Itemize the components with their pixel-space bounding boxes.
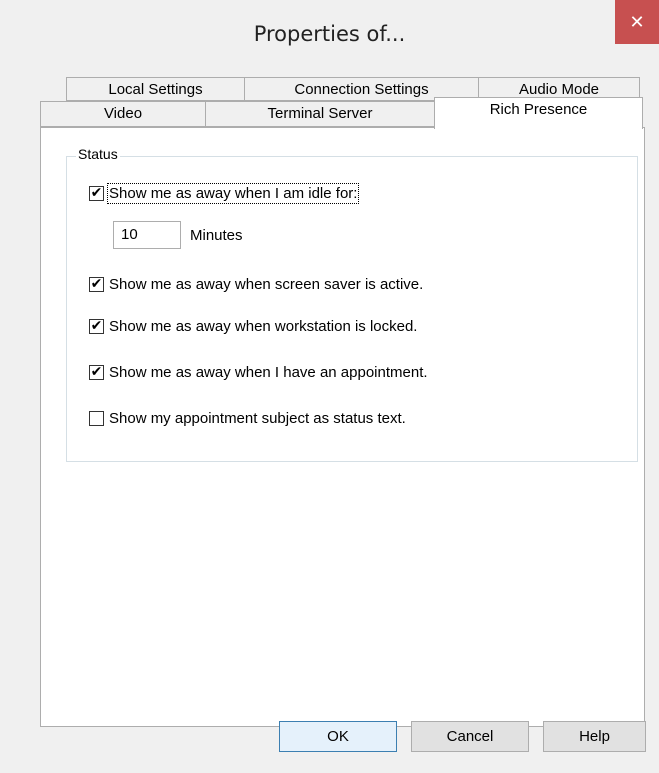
check-icon: ✔: [90, 318, 103, 334]
check-icon: ✔: [90, 364, 103, 380]
ok-button[interactable]: OK: [279, 721, 397, 752]
close-button[interactable]: ✕: [615, 0, 659, 44]
status-group-label: Status: [76, 146, 120, 162]
tab-terminal-server[interactable]: Terminal Server: [205, 101, 435, 127]
idle-minutes-input[interactable]: 10: [113, 221, 181, 249]
title-bar: Properties of... ✕: [0, 0, 659, 46]
properties-dialog: Properties of... ✕ Local Settings Connec…: [0, 0, 659, 773]
check-icon: ✔: [90, 185, 103, 201]
idle-away-option[interactable]: ✔ Show me as away when I am idle for:: [89, 183, 360, 204]
locked-away-label: Show me as away when workstation is lock…: [109, 318, 418, 335]
tab-video[interactable]: Video: [40, 101, 206, 127]
appointment-away-option[interactable]: ✔ Show me as away when I have an appoint…: [89, 364, 428, 381]
locked-away-option[interactable]: ✔ Show me as away when workstation is lo…: [89, 318, 417, 335]
window-title: Properties of...: [253, 22, 406, 46]
appointment-subject-checkbox[interactable]: [89, 411, 104, 426]
check-icon: ✔: [90, 276, 103, 292]
appointment-subject-label: Show my appointment subject as status te…: [109, 410, 406, 427]
tab-rich-presence[interactable]: Rich Presence: [434, 97, 643, 129]
appointment-subject-option[interactable]: Show my appointment subject as status te…: [89, 410, 406, 427]
screensaver-away-option[interactable]: ✔ Show me as away when screen saver is a…: [89, 276, 423, 293]
appointment-away-label: Show me as away when I have an appointme…: [109, 364, 428, 381]
cancel-button[interactable]: Cancel: [411, 721, 529, 752]
idle-away-checkbox[interactable]: ✔: [89, 186, 104, 201]
minutes-label: Minutes: [190, 227, 243, 244]
screensaver-away-label: Show me as away when screen saver is act…: [109, 276, 424, 293]
locked-away-checkbox[interactable]: ✔: [89, 319, 104, 334]
tab-local-settings[interactable]: Local Settings: [66, 77, 245, 101]
idle-away-label: Show me as away when I am idle for:: [106, 183, 360, 204]
help-button[interactable]: Help: [543, 721, 646, 752]
appointment-away-checkbox[interactable]: ✔: [89, 365, 104, 380]
screensaver-away-checkbox[interactable]: ✔: [89, 277, 104, 292]
close-icon: ✕: [629, 11, 645, 33]
tab-panel-rich-presence: Status ✔ Show me as away when I am idle …: [40, 127, 645, 727]
